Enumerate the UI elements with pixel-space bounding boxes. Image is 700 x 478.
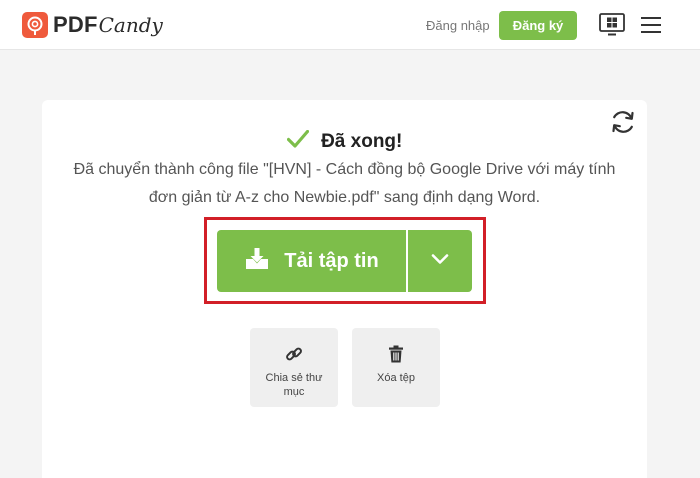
check-icon [286,129,309,153]
result-card: Đã xong! Đã chuyển thành công file "[HVN… [42,100,647,478]
download-button[interactable]: Tải tập tin [217,230,406,292]
login-link[interactable]: Đăng nhập [426,18,490,33]
logo-pdf-text: PDF [53,12,98,37]
signup-button[interactable]: Đăng ký [499,11,577,40]
download-label: Tải tập tin [284,249,379,272]
chevron-down-icon [431,252,449,270]
logo-candy-text: Candy [98,13,163,37]
windows-icon[interactable] [599,13,625,42]
top-header: PDF Candy Đăng nhập Đăng ký [0,0,700,50]
done-title: Đã xong! [321,130,403,152]
pdfcandy-logo[interactable]: PDF Candy [22,12,163,38]
done-heading: Đã xong! [42,129,647,153]
delete-file-label: Xóa tệp [377,372,415,384]
download-icon [244,247,270,276]
link-icon [250,345,338,363]
share-folder-button[interactable]: Chia sẻ thư mục [250,328,338,407]
conversion-message: Đã chuyển thành công file "[HVN] - Cách … [73,161,616,206]
share-folder-label: Chia sẻ thư mục [265,372,323,398]
trash-icon [352,345,440,363]
logo-candy-icon [22,12,48,38]
hamburger-menu-icon[interactable] [641,16,661,39]
download-options-toggle[interactable] [408,230,472,292]
delete-file-button[interactable]: Xóa tệp [352,328,440,407]
